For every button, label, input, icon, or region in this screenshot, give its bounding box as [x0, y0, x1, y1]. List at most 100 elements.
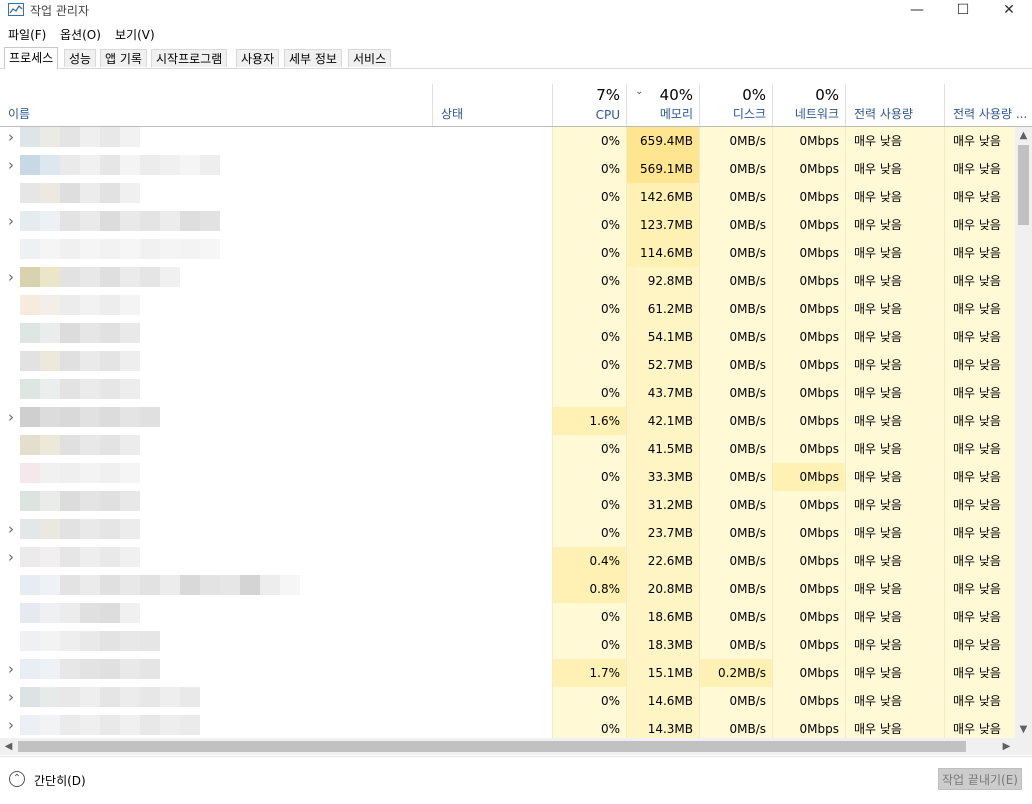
chevron-right-icon[interactable]: ›: [8, 268, 14, 286]
power-usage-trend-cell: 매우 낮음: [944, 351, 1015, 379]
table-row[interactable]: 0% 33.3MB 0MB/s 0Mbps 매우 낮음 매우 낮음: [0, 463, 1015, 491]
network-cell: 0Mbps: [772, 603, 845, 631]
memory-cell: 52.7MB: [626, 351, 699, 379]
scroll-left-arrow-icon[interactable]: ◀: [0, 738, 17, 755]
column-memory[interactable]: ⌄ 40% 메모리: [626, 84, 699, 126]
table-row[interactable]: › 0% 14.3MB 0MB/s 0Mbps 매우 낮음 매우 낮음: [0, 715, 1015, 738]
chevron-right-icon[interactable]: ›: [8, 520, 14, 538]
power-usage-trend-cell: 매우 낮음: [944, 379, 1015, 407]
tab-app-history[interactable]: 앱 기록: [100, 49, 147, 67]
tab-services[interactable]: 서비스: [348, 49, 392, 67]
table-row[interactable]: 0% 41.5MB 0MB/s 0Mbps 매우 낮음 매우 낮음: [0, 435, 1015, 463]
process-name-redacted: [20, 463, 140, 483]
chevron-right-icon[interactable]: ›: [8, 660, 14, 678]
column-status[interactable]: 상태: [432, 84, 552, 126]
power-usage-trend-cell: 매우 낮음: [944, 463, 1015, 491]
memory-cell: 114.6MB: [626, 239, 699, 267]
table-row[interactable]: › 1.6% 42.1MB 0MB/s 0Mbps 매우 낮음 매우 낮음: [0, 407, 1015, 435]
table-row[interactable]: 0% 31.2MB 0MB/s 0Mbps 매우 낮음 매우 낮음: [0, 491, 1015, 519]
close-button[interactable]: ✕: [986, 0, 1032, 22]
menu-view[interactable]: 보기(V): [115, 26, 155, 43]
network-cell: 0Mbps: [772, 715, 845, 738]
process-name-redacted: [20, 295, 140, 315]
chevron-right-icon[interactable]: ›: [8, 156, 14, 174]
disk-cell: 0MB/s: [699, 295, 772, 323]
column-power-usage-trend-label: 전력 사용량 ...: [953, 107, 1028, 121]
scrollbar-corner: [1015, 738, 1032, 755]
horizontal-scroll-thumb[interactable]: [18, 741, 966, 752]
chevron-right-icon[interactable]: ›: [8, 212, 14, 230]
table-row[interactable]: › 0% 92.8MB 0MB/s 0Mbps 매우 낮음 매우 낮음: [0, 267, 1015, 295]
table-row[interactable]: › 0% 123.7MB 0MB/s 0Mbps 매우 낮음 매우 낮음: [0, 211, 1015, 239]
table-row[interactable]: 0% 114.6MB 0MB/s 0Mbps 매우 낮음 매우 낮음: [0, 239, 1015, 267]
tab-performance[interactable]: 성능: [64, 49, 97, 67]
chevron-right-icon[interactable]: ›: [8, 408, 14, 426]
table-row[interactable]: 0% 43.7MB 0MB/s 0Mbps 매우 낮음 매우 낮음: [0, 379, 1015, 407]
cpu-cell: 0%: [552, 379, 626, 407]
column-name[interactable]: 이름: [0, 84, 432, 126]
vertical-scroll-thumb[interactable]: [1018, 145, 1029, 225]
cpu-cell: 0%: [552, 323, 626, 351]
table-row[interactable]: 0% 18.6MB 0MB/s 0Mbps 매우 낮음 매우 낮음: [0, 603, 1015, 631]
tab-details[interactable]: 세부 정보: [284, 49, 342, 67]
chevron-up-circle-icon[interactable]: ⌃: [9, 771, 25, 787]
tab-users[interactable]: 사용자: [236, 49, 280, 67]
network-cell: 0Mbps: [772, 295, 845, 323]
maximize-button[interactable]: ☐: [940, 0, 986, 22]
table-row[interactable]: › 0.4% 22.6MB 0MB/s 0Mbps 매우 낮음 매우 낮음: [0, 547, 1015, 575]
fewer-details-link[interactable]: 간단히(D): [34, 772, 86, 789]
menu-options[interactable]: 옵션(O): [60, 26, 101, 43]
table-row[interactable]: 0% 61.2MB 0MB/s 0Mbps 매우 낮음 매우 낮음: [0, 295, 1015, 323]
chevron-right-icon[interactable]: ›: [8, 688, 14, 706]
power-usage-trend-cell: 매우 낮음: [944, 575, 1015, 603]
tab-processes[interactable]: 프로세스: [4, 47, 59, 69]
table-row[interactable]: 0% 52.7MB 0MB/s 0Mbps 매우 낮음 매우 낮음: [0, 351, 1015, 379]
memory-cell: 14.3MB: [626, 715, 699, 738]
cpu-cell: 0%: [552, 463, 626, 491]
column-disk[interactable]: 0% 디스크: [699, 84, 772, 126]
power-usage-cell: 매우 낮음: [845, 715, 944, 738]
chevron-right-icon[interactable]: ›: [8, 128, 14, 146]
column-cpu[interactable]: 7% CPU: [552, 84, 626, 126]
vertical-scrollbar[interactable]: ▲ ▼: [1015, 127, 1032, 738]
column-cpu-label: CPU: [595, 108, 620, 122]
table-row[interactable]: › 0% 23.7MB 0MB/s 0Mbps 매우 낮음 매우 낮음: [0, 519, 1015, 547]
column-power-usage-trend[interactable]: 전력 사용량 ...: [944, 84, 1032, 126]
process-name-redacted: [20, 267, 180, 287]
disk-cell: 0MB/s: [699, 127, 772, 155]
table-row[interactable]: 0.8% 20.8MB 0MB/s 0Mbps 매우 낮음 매우 낮음: [0, 575, 1015, 603]
power-usage-cell: 매우 낮음: [845, 519, 944, 547]
column-power-usage-label: 전력 사용량: [854, 107, 914, 121]
power-usage-trend-cell: 매우 낮음: [944, 547, 1015, 575]
cpu-cell: 0.4%: [552, 547, 626, 575]
network-cell: 0Mbps: [772, 267, 845, 295]
tab-startup[interactable]: 시작프로그램: [151, 49, 228, 67]
memory-cell: 20.8MB: [626, 575, 699, 603]
menu-bar: 파일(F) 옵션(O) 보기(V): [0, 24, 1032, 44]
column-power-usage[interactable]: 전력 사용량: [845, 84, 944, 126]
minimize-button[interactable]: —: [894, 0, 940, 22]
menu-file[interactable]: 파일(F): [8, 26, 46, 43]
column-name-label: 이름: [8, 107, 31, 121]
table-row[interactable]: 0% 54.1MB 0MB/s 0Mbps 매우 낮음 매우 낮음: [0, 323, 1015, 351]
memory-total-percent: 40%: [659, 86, 693, 104]
scroll-right-arrow-icon[interactable]: ▶: [998, 738, 1015, 755]
table-row[interactable]: › 0% 14.6MB 0MB/s 0Mbps 매우 낮음 매우 낮음: [0, 687, 1015, 715]
scroll-down-arrow-icon[interactable]: ▼: [1015, 721, 1032, 738]
table-row[interactable]: 0% 142.6MB 0MB/s 0Mbps 매우 낮음 매우 낮음: [0, 183, 1015, 211]
table-row[interactable]: › 0% 569.1MB 0MB/s 0Mbps 매우 낮음 매우 낮음: [0, 155, 1015, 183]
chevron-right-icon[interactable]: ›: [8, 548, 14, 566]
cpu-cell: 0%: [552, 211, 626, 239]
scroll-up-arrow-icon[interactable]: ▲: [1015, 127, 1032, 144]
table-row[interactable]: › 1.7% 15.1MB 0.2MB/s 0Mbps 매우 낮음 매우 낮음: [0, 659, 1015, 687]
horizontal-scrollbar[interactable]: ◀ ▶: [0, 738, 1015, 755]
power-usage-cell: 매우 낮음: [845, 631, 944, 659]
table-row[interactable]: › 0% 659.4MB 0MB/s 0Mbps 매우 낮음 매우 낮음: [0, 127, 1015, 155]
disk-cell: 0MB/s: [699, 715, 772, 738]
chevron-right-icon[interactable]: ›: [8, 716, 14, 734]
column-network[interactable]: 0% 네트워크: [772, 84, 845, 126]
power-usage-cell: 매우 낮음: [845, 491, 944, 519]
end-task-button[interactable]: 작업 끝내기(E): [938, 768, 1022, 790]
table-row[interactable]: 0% 18.3MB 0MB/s 0Mbps 매우 낮음 매우 낮음: [0, 631, 1015, 659]
cpu-cell: 1.6%: [552, 407, 626, 435]
